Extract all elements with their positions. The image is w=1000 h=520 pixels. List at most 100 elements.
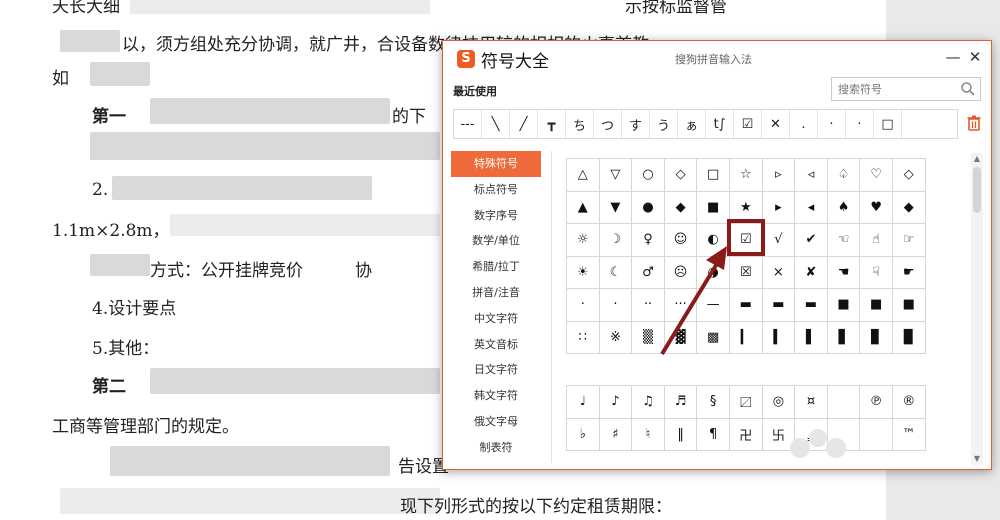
symbol-cell[interactable]: ☽ [599, 224, 633, 257]
symbol-cell[interactable]: ♪ [599, 386, 633, 419]
sidebar-category[interactable]: 韩文字符 [451, 383, 541, 409]
symbol-cell[interactable]: ◇ [892, 159, 926, 192]
search-input[interactable] [832, 78, 952, 101]
symbol-cell[interactable]: ☒ [729, 256, 763, 289]
symbol-scrollbar[interactable]: ▲ ▼ [971, 153, 983, 465]
symbol-cell[interactable]: ■ [860, 289, 893, 322]
recent-symbol[interactable]: ☑ [734, 110, 762, 138]
sidebar-category[interactable]: 希腊/拉丁 [451, 254, 541, 280]
symbol-cell[interactable]: ♭ [567, 418, 600, 451]
recent-symbol[interactable]: う [650, 110, 678, 138]
recent-symbol[interactable]: ✕ [762, 110, 790, 138]
symbol-cell[interactable]: ♡ [860, 159, 893, 192]
symbol-cell[interactable]: ℗ [860, 386, 893, 419]
trash-icon[interactable] [967, 115, 981, 131]
sidebar-category[interactable]: 俄文字母 [451, 409, 541, 435]
symbol-cell[interactable]: ☟ [860, 256, 893, 289]
dialog-titlebar[interactable]: S 符号大全 搜狗拼音输入法 — ✕ [443, 41, 991, 77]
symbol-cell[interactable]: ▋ [827, 321, 861, 354]
symbol-cell[interactable] [827, 386, 861, 419]
symbol-cell[interactable]: ☀ [567, 256, 600, 289]
symbol-cell[interactable]: ◆ [892, 191, 926, 224]
symbol-cell[interactable]: · [599, 289, 633, 322]
recent-symbol[interactable]: ╲ [482, 110, 510, 138]
symbol-cell[interactable]: ▲ [567, 191, 600, 224]
recent-symbol[interactable]: · [846, 110, 874, 138]
symbol-cell[interactable]: ☞ [892, 224, 926, 257]
symbol-cell[interactable]: ♂ [632, 256, 665, 289]
symbol-cell[interactable]: × [762, 256, 796, 289]
symbol-cell[interactable]: ☜ [827, 224, 861, 257]
recent-symbol[interactable]: す [622, 110, 650, 138]
sidebar-category[interactable]: 数字序号 [451, 203, 541, 229]
recent-symbol[interactable]: --- [454, 110, 482, 138]
symbol-cell[interactable]: ♀ [632, 224, 665, 257]
symbol-cell[interactable]: ※ [599, 321, 633, 354]
symbol-cell[interactable]: ▉ [892, 321, 926, 354]
symbol-cell[interactable]: ◆ [664, 191, 698, 224]
recent-symbol[interactable]: ╱ [510, 110, 538, 138]
scroll-up-arrow-icon[interactable]: ▲ [971, 153, 983, 165]
symbol-cell[interactable]: ■ [827, 289, 861, 322]
symbol-cell[interactable]: △ [567, 159, 600, 192]
symbol-cell[interactable] [860, 418, 893, 451]
symbol-cell[interactable]: ® [892, 386, 926, 419]
symbol-cell[interactable]: ‖ [664, 418, 698, 451]
recent-symbol[interactable] [902, 110, 930, 138]
sidebar-category[interactable]: 制表符 [451, 435, 541, 461]
symbol-cell[interactable]: ☛ [892, 256, 926, 289]
symbol-cell[interactable]: ◎ [762, 386, 796, 419]
symbol-cell[interactable]: ☆ [729, 159, 763, 192]
sidebar-category[interactable]: 日文字符 [451, 357, 541, 383]
symbol-cell[interactable]: ™ [892, 418, 926, 451]
symbol-cell[interactable] [827, 418, 861, 451]
symbol-cell[interactable]: ¶ [697, 418, 730, 451]
symbol-cell[interactable]: ∷ [567, 321, 600, 354]
symbol-cell[interactable]: ♫ [632, 386, 665, 419]
symbol-cell[interactable]: ‗ [795, 418, 828, 451]
symbol-cell[interactable]: — [697, 289, 730, 322]
symbol-cell[interactable]: ◑ [697, 256, 730, 289]
symbol-cell[interactable]: ✔ [795, 224, 828, 257]
symbol-cell[interactable]: ▬ [762, 289, 796, 322]
scroll-down-arrow-icon[interactable]: ▼ [971, 453, 983, 465]
symbol-cell[interactable]: ▊ [860, 321, 893, 354]
symbol-cell[interactable]: ▌ [795, 321, 828, 354]
recent-symbol[interactable]: ち [566, 110, 594, 138]
symbol-cell[interactable]: ▸ [762, 191, 796, 224]
search-icon[interactable] [960, 81, 976, 97]
symbol-search[interactable] [831, 77, 981, 101]
sidebar-category[interactable]: 特殊符号 [451, 151, 541, 177]
symbol-cell[interactable]: ♥ [860, 191, 893, 224]
sidebar-category[interactable]: 标点符号 [451, 177, 541, 203]
symbol-cell[interactable]: □ [697, 159, 730, 192]
symbol-cell[interactable]: ■ [697, 191, 730, 224]
sidebar-category[interactable]: 中文字符 [451, 306, 541, 332]
close-button[interactable]: ✕ [965, 47, 985, 67]
symbol-cell[interactable]: ♬ [664, 386, 698, 419]
symbol-cell[interactable]: ☺ [664, 224, 698, 257]
symbol-cell[interactable]: ▍ [762, 321, 796, 354]
sidebar-category[interactable]: 数学/单位 [451, 228, 541, 254]
recent-symbol[interactable]: . [790, 110, 818, 138]
symbol-cell[interactable]: 卍 [729, 418, 763, 451]
symbol-cell[interactable]: ▎ [729, 321, 763, 354]
symbol-cell[interactable]: ☚ [827, 256, 861, 289]
sidebar-category[interactable]: 拼音/注音 [451, 280, 541, 306]
recent-symbol[interactable]: ┳ [538, 110, 566, 138]
symbol-cell[interactable]: ◐ [697, 224, 730, 257]
sidebar-category[interactable]: 英文音标 [451, 332, 541, 358]
recent-symbol[interactable]: · [818, 110, 846, 138]
symbol-cell[interactable]: ▩ [697, 321, 730, 354]
symbol-cell[interactable]: ▬ [729, 289, 763, 322]
symbol-cell[interactable]: ♩ [567, 386, 600, 419]
symbol-cell[interactable]: ♮ [632, 418, 665, 451]
symbol-cell[interactable]: ▹ [762, 159, 796, 192]
symbol-cell[interactable]: √ [762, 224, 796, 257]
symbol-cell[interactable]: ¤ [795, 386, 828, 419]
minimize-button[interactable]: — [943, 47, 963, 67]
symbol-cell[interactable]: ▓ [664, 321, 698, 354]
symbol-cell[interactable]: ▼ [599, 191, 633, 224]
symbol-cell[interactable]: ○ [632, 159, 665, 192]
symbol-cell[interactable]: ☼ [567, 224, 600, 257]
